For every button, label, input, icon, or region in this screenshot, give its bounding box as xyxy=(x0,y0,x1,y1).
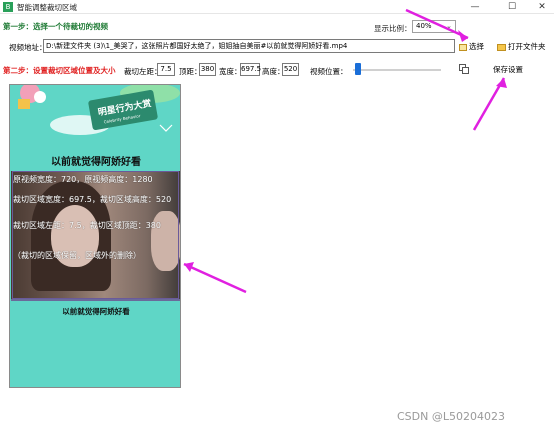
video-position-label: 视频位置： xyxy=(310,67,348,76)
copy-icon[interactable] xyxy=(459,64,469,74)
crop-note-text: （裁切的区域保留，区域外的删除） xyxy=(13,251,141,260)
ratio-select[interactable]: 40% ⌄ xyxy=(412,20,456,33)
video-position-slider[interactable] xyxy=(353,69,441,71)
app-icon: B xyxy=(3,2,13,12)
arrow-head-preview xyxy=(184,262,194,272)
crop-size-text: 裁切区域宽度：697.5，裁切区域高度：520 xyxy=(13,195,172,204)
crop-region-outline[interactable] xyxy=(12,171,179,299)
open-folder-label: 打开文件夹 xyxy=(508,42,546,51)
minimize-button[interactable]: — xyxy=(460,0,490,14)
banner-graphic: 明星行为大赏 Celebrity Behavior xyxy=(18,85,180,135)
select-button-label: 选择 xyxy=(469,42,484,51)
crop-offset-text: 裁切区域左距：7.5，裁切区域顶距：380 xyxy=(13,221,161,230)
video-path-input[interactable]: D:\新建文件夹 (3)\1_美哭了，这张照片都国好太绝了，姐姐抽自美丽#以前就… xyxy=(43,39,455,53)
preview-caption: 以前就觉得阿娇好看 xyxy=(62,307,130,316)
crop-left-label: 裁切左距： xyxy=(124,67,162,76)
search-file-icon xyxy=(459,43,467,51)
preview-headline: 以前就觉得阿娇好看 xyxy=(51,157,141,168)
save-settings-button[interactable]: 保存设置 xyxy=(491,63,525,76)
arrow-head-save xyxy=(496,78,507,88)
arrow-to-preview xyxy=(183,262,247,294)
top-input[interactable]: 380 xyxy=(199,63,216,76)
copy-icon-front xyxy=(462,67,469,74)
path-label: 视频地址： xyxy=(9,43,47,52)
ratio-value: 40% xyxy=(416,22,432,30)
video-bottom-bar xyxy=(11,299,180,301)
chevron-down-icon: ⌄ xyxy=(446,22,452,30)
ratio-label: 显示比例： xyxy=(374,24,412,33)
height-input[interactable]: 520 xyxy=(282,63,299,76)
width-input[interactable]: 697.5 xyxy=(240,63,261,76)
maximize-button[interactable]: ☐ xyxy=(497,0,527,14)
step1-label: 第一步：选择一个待裁切的视频 xyxy=(3,22,108,31)
folder-icon xyxy=(497,43,506,51)
watermark: CSDN @L50204023 xyxy=(397,410,505,423)
arrow-to-save xyxy=(472,77,506,131)
video-position-slider-thumb[interactable] xyxy=(355,63,362,75)
window-title: 智能调整裁切区域 xyxy=(17,3,77,12)
title-bar: B 智能调整裁切区域 — ☐ ✕ xyxy=(0,0,554,14)
width-label: 宽度： xyxy=(219,67,242,76)
close-button[interactable]: ✕ xyxy=(527,0,554,14)
crop-left-input[interactable]: 7.5 xyxy=(157,63,175,76)
original-size-text: 原视频宽度：720，原视频高度：1280 xyxy=(13,175,153,184)
open-folder-button[interactable]: 打开文件夹 xyxy=(497,40,551,53)
step2-label: 第二步：设置裁切区域位置及大小 xyxy=(3,66,116,75)
video-preview: 明星行为大赏 Celebrity Behavior 以前就觉得阿娇好看 原视频宽… xyxy=(9,84,181,388)
select-button[interactable]: 选择 xyxy=(459,40,489,53)
